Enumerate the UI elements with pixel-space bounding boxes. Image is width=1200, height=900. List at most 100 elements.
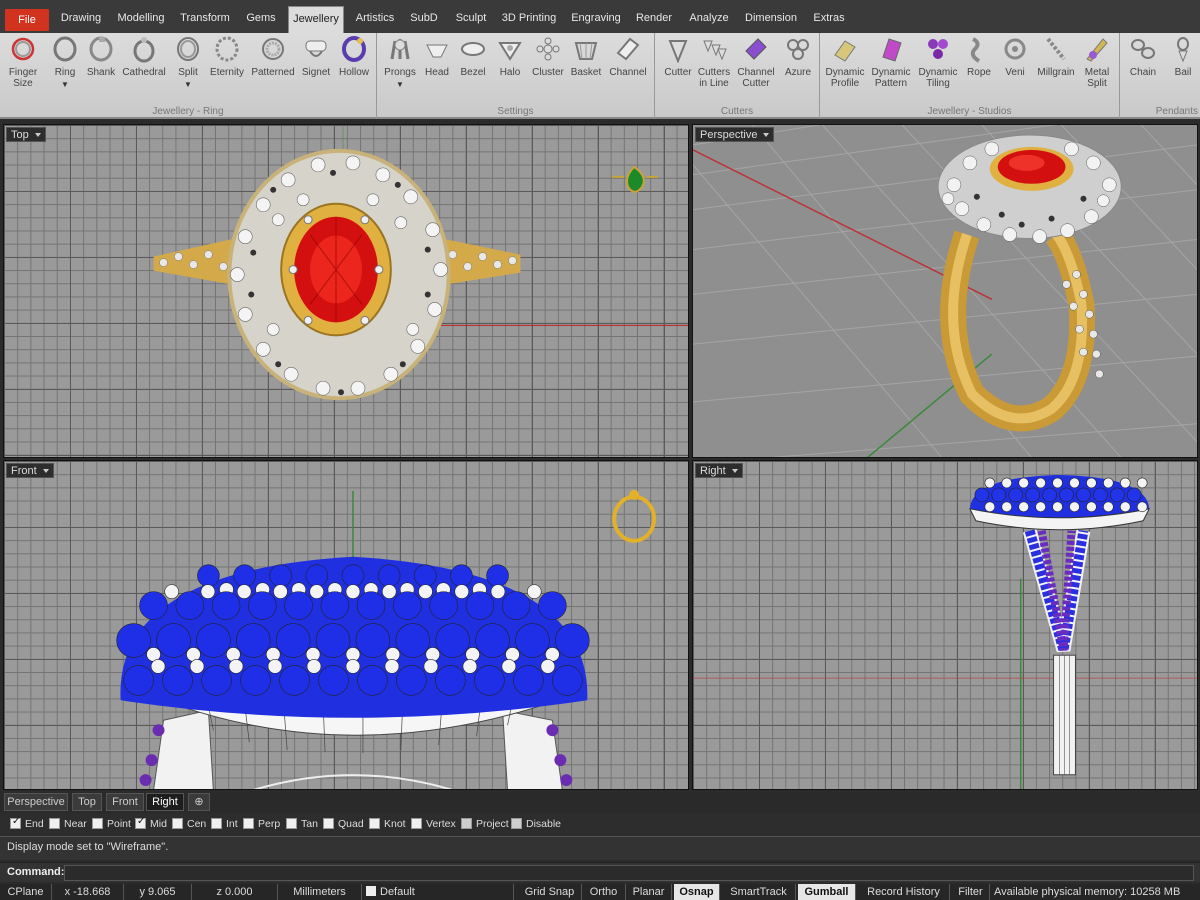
viewport-front[interactable]: Front [3, 460, 689, 790]
osnap-point[interactable]: Point [92, 818, 131, 830]
osnap-point-checkbox[interactable] [92, 818, 103, 829]
tab-dimension[interactable]: Dimension [742, 6, 800, 33]
tab-analyze[interactable]: Analyze [684, 6, 734, 33]
pave-stone [309, 584, 324, 599]
tab-modelling[interactable]: Modelling [112, 6, 170, 33]
osnap-disable[interactable]: Disable [511, 818, 561, 830]
millgrain-tool[interactable]: Millgrain [1033, 35, 1079, 78]
split-dropdown-icon[interactable]: ▼ [165, 79, 211, 90]
osnap-knot-checkbox[interactable] [369, 818, 380, 829]
osnap-int-checkbox[interactable] [211, 818, 222, 829]
basket-tool[interactable]: Basket [563, 35, 609, 78]
osnap-near-checkbox[interactable] [49, 818, 60, 829]
add-viewport-tab-button[interactable]: ⊕ [188, 793, 210, 811]
ring-dropdown-icon[interactable]: ▼ [42, 79, 88, 90]
tab-3d-printing[interactable]: 3D Printing [498, 6, 560, 33]
osnap-mid[interactable]: Mid [135, 816, 167, 830]
channel-cutter-tool[interactable]: Channel Cutter [733, 35, 779, 89]
viewport-tab-right[interactable]: Right [146, 793, 184, 811]
azure-tool[interactable]: Azure [775, 35, 821, 78]
tab-artistics[interactable]: Artistics [349, 6, 401, 33]
osnap-project-checkbox[interactable] [461, 818, 472, 829]
tab-sculpt[interactable]: Sculpt [450, 6, 492, 33]
pave-stone [123, 665, 154, 696]
pave-stone [315, 623, 351, 658]
status-layer[interactable]: Default [362, 884, 514, 900]
viewport-front-title[interactable]: Front [6, 463, 54, 478]
cutters-in-line-tool[interactable]: Cutters in Line [691, 35, 737, 89]
status-smarttrack[interactable]: SmartTrack [722, 884, 796, 900]
viewport-tab-top[interactable]: Top [72, 793, 102, 811]
tab-subd[interactable]: SubD [404, 6, 444, 33]
osnap-end-checkbox[interactable] [10, 816, 21, 829]
dynamic-tiling-tool[interactable]: Dynamic Tiling [915, 35, 961, 89]
status-grid-snap[interactable]: Grid Snap [518, 884, 582, 900]
tab-file[interactable]: File [5, 9, 49, 31]
viewport-tab-front[interactable]: Front [106, 793, 144, 811]
veni-tool[interactable]: Veni [992, 35, 1038, 78]
viewport-right[interactable]: Right [692, 460, 1198, 790]
prongs-dropdown-icon[interactable]: ▼ [377, 79, 423, 90]
status-gumball[interactable]: Gumball [798, 884, 856, 900]
osnap-tan-checkbox[interactable] [286, 818, 297, 829]
tab-drawing[interactable]: Drawing [56, 6, 106, 33]
status-osnap[interactable]: Osnap [674, 884, 720, 900]
finger-size-tool[interactable]: Finger Size [0, 35, 46, 89]
hollow-tool[interactable]: Hollow [331, 35, 377, 78]
viewport-top-title[interactable]: Top [6, 127, 46, 142]
status-filter[interactable]: Filter [952, 884, 990, 900]
pave-stone [1093, 487, 1108, 503]
osnap-near[interactable]: Near [49, 818, 87, 830]
osnap-cen-checkbox[interactable] [172, 818, 183, 829]
viewport-tab-perspective[interactable]: Perspective [4, 793, 68, 811]
osnap-int[interactable]: Int [211, 818, 238, 830]
pave-stone [273, 584, 288, 599]
dynamic-pattern-tool[interactable]: Dynamic Pattern [868, 35, 914, 89]
pave-stone [267, 659, 283, 674]
shank-tool[interactable]: Shank [78, 35, 124, 78]
status-cplane[interactable]: CPlane [0, 884, 52, 900]
cathedral-tool[interactable]: Cathedral [121, 35, 167, 78]
shank-icon [89, 36, 113, 62]
pave-stone [284, 591, 313, 620]
osnap-project[interactable]: Project [461, 818, 509, 830]
osnap-perp-checkbox[interactable] [243, 818, 254, 829]
head-icon [426, 44, 448, 58]
tab-render[interactable]: Render [632, 6, 676, 33]
viewport-top[interactable]: Top [3, 124, 689, 458]
pave-stone [318, 665, 349, 696]
status-ortho[interactable]: Ortho [582, 884, 626, 900]
osnap-quad[interactable]: Quad [323, 818, 364, 830]
osnap-mid-label: Mid [150, 818, 167, 830]
pave-stone [435, 665, 466, 696]
osnap-knot[interactable]: Knot [369, 818, 406, 830]
osnap-disable-checkbox[interactable] [511, 818, 522, 829]
osnap-tan[interactable]: Tan [286, 818, 318, 830]
tab-jewellery[interactable]: Jewellery [288, 6, 344, 33]
osnap-mid-checkbox[interactable] [135, 816, 146, 829]
viewport-perspective-title[interactable]: Perspective [695, 127, 775, 142]
tab-engraving[interactable]: Engraving [566, 6, 626, 33]
osnap-vertex-checkbox[interactable] [411, 818, 422, 829]
patterned-tool[interactable]: Patterned [250, 35, 296, 78]
osnap-perp[interactable]: Perp [243, 818, 280, 830]
viewport-right-title[interactable]: Right [695, 463, 743, 478]
osnap-end[interactable]: End [10, 816, 44, 830]
channel-tool[interactable]: Channel [605, 35, 651, 78]
status-planar[interactable]: Planar [626, 884, 672, 900]
metal-split-tool[interactable]: Metal Split [1074, 35, 1120, 89]
tab-extras[interactable]: Extras [808, 6, 850, 33]
osnap-cen[interactable]: Cen [172, 818, 206, 830]
tab-transform[interactable]: Transform [175, 6, 235, 33]
osnap-vertex[interactable]: Vertex [411, 818, 456, 830]
bail-tool[interactable]: Bail [1160, 35, 1200, 78]
viewport-perspective[interactable]: Perspective [692, 124, 1198, 458]
command-input[interactable] [64, 865, 1194, 881]
pave-stone [462, 659, 478, 674]
status-units[interactable]: Millimeters [278, 884, 362, 900]
dynamic-profile-tool[interactable]: Dynamic Profile [822, 35, 868, 89]
osnap-quad-checkbox[interactable] [323, 818, 334, 829]
eternity-tool[interactable]: Eternity [204, 35, 250, 78]
tab-gems[interactable]: Gems [240, 6, 282, 33]
status-record-history[interactable]: Record History [858, 884, 950, 900]
